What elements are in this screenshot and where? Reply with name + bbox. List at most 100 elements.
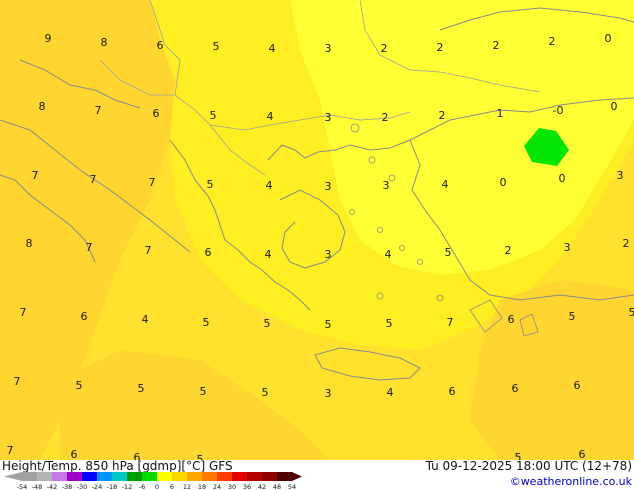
scale-tick-label: 18	[198, 483, 206, 490]
scale-segment	[277, 472, 292, 481]
scale-tick-label: -48	[32, 483, 43, 490]
temperature-label: 4	[442, 178, 449, 191]
temperature-label: 5	[76, 379, 83, 392]
temperature-label: 2	[382, 111, 389, 124]
temperature-label: 5	[445, 246, 452, 259]
temperature-label: 7	[32, 169, 39, 182]
scale-segment	[187, 472, 202, 481]
temperature-label: 8	[39, 100, 46, 113]
temperature-label: 9	[45, 32, 52, 45]
temperature-label: -0	[553, 104, 564, 117]
scale-tick-label: -30	[77, 483, 88, 490]
scale-segment	[112, 472, 127, 481]
temperature-label: 5	[262, 386, 269, 399]
scale-segment	[52, 472, 67, 481]
scale-segment	[37, 472, 52, 481]
temperature-label: 5	[207, 178, 214, 191]
temperature-label: 3	[325, 387, 332, 400]
temperature-label: 7	[20, 306, 27, 319]
scale-segment	[97, 472, 112, 481]
scale-tick-label: 36	[243, 483, 251, 490]
scale-segment	[262, 472, 277, 481]
temperature-label: 7	[90, 173, 97, 186]
scale-segment	[232, 472, 247, 481]
scale-segment	[22, 472, 37, 481]
scale-tick-label: -38	[62, 483, 73, 490]
temperature-label: 4	[265, 248, 272, 261]
temperature-label: 6	[574, 379, 581, 392]
temperature-label: 5	[264, 317, 271, 330]
temperature-label: 3	[383, 179, 390, 192]
temperature-label: 8	[26, 237, 33, 250]
temperature-label: 3	[564, 241, 571, 254]
temperature-label: 2	[623, 237, 630, 250]
scale-segment	[82, 472, 97, 481]
scale-tick-label: 24	[213, 483, 221, 490]
temperature-label: 6	[205, 246, 212, 259]
temperature-label: 0	[611, 100, 618, 113]
temperature-label: 4	[267, 110, 274, 123]
scale-tick-label: 42	[258, 483, 266, 490]
temperature-label: 4	[142, 313, 149, 326]
temperature-label: 6	[153, 107, 160, 120]
temperature-label: 2	[437, 41, 444, 54]
scale-tick-label: 12	[183, 483, 191, 490]
scale-tick-label: 0	[155, 483, 159, 490]
scale-tick-label: -24	[92, 483, 103, 490]
temperature-label: 0	[500, 176, 507, 189]
scale-tick-label: -42	[47, 483, 58, 490]
temperature-label: 2	[505, 244, 512, 257]
temperature-label: 0	[605, 32, 612, 45]
scale-tick-label: -18	[107, 483, 118, 490]
temperature-label: 8	[101, 36, 108, 49]
temperature-label: 5	[203, 316, 210, 329]
temperature-label: 7	[14, 375, 21, 388]
scale-segment	[157, 472, 172, 481]
temperature-label: 5	[138, 382, 145, 395]
temperature-label: 2	[381, 42, 388, 55]
scale-segment	[67, 472, 82, 481]
temperature-label: 2	[439, 109, 446, 122]
temperature-label: 5	[200, 385, 207, 398]
scale-segment	[127, 472, 142, 481]
scale-segment	[247, 472, 262, 481]
scale-tick-label: -6	[139, 483, 145, 490]
scale-segment	[172, 472, 187, 481]
map-title: Height/Temp. 850 hPa [gdmp][°C] GFS	[2, 459, 233, 473]
temperature-label: 7	[86, 241, 93, 254]
temperature-label: 5	[569, 310, 576, 323]
temperature-label: 4	[385, 248, 392, 261]
scale-tick-label: -54	[17, 483, 28, 490]
temperature-label: 3	[325, 248, 332, 261]
temperature-label: 5	[629, 306, 634, 319]
credit-link[interactable]: ©weatheronline.co.uk	[510, 475, 633, 488]
temperature-label: 0	[559, 172, 566, 185]
scale-tick-label: 30	[228, 483, 236, 490]
temperature-label: 2	[493, 39, 500, 52]
temperature-label: 5	[213, 40, 220, 53]
temperature-label: 6	[157, 39, 164, 52]
temperature-label: 3	[617, 169, 624, 182]
temperature-label: 5	[325, 318, 332, 331]
scale-segment	[217, 472, 232, 481]
temperature-label: 6	[512, 382, 519, 395]
temperature-label: 3	[325, 42, 332, 55]
temperature-label: 4	[269, 42, 276, 55]
temperature-label: 7	[95, 104, 102, 117]
temperature-label: 5	[386, 317, 393, 330]
temperature-label: 6	[81, 310, 88, 323]
temperature-label: 7	[149, 176, 156, 189]
temperature-label: 5	[210, 109, 217, 122]
valid-time: Tu 09-12-2025 18:00 UTC (12+78)	[425, 459, 632, 473]
scale-tick-label: -12	[122, 483, 133, 490]
scale-tick-label: 6	[170, 483, 174, 490]
temperature-label: 2	[549, 35, 556, 48]
scale-segment	[202, 472, 217, 481]
temperature-label: 6	[449, 385, 456, 398]
temperature-label: 4	[266, 179, 273, 192]
temperature-label: 3	[325, 111, 332, 124]
temperature-label: 3	[325, 180, 332, 193]
scale-tick-label: 48	[273, 483, 281, 490]
weather-map: 9 8 6 5 4 3 2 2 2 2 08 7 6 5 4 3 2 2 1 -0 07 7 7 5 4 3 3 4 0 0 38 7 7 6 4 3…	[0, 0, 634, 490]
temperature-label: 4	[387, 386, 394, 399]
